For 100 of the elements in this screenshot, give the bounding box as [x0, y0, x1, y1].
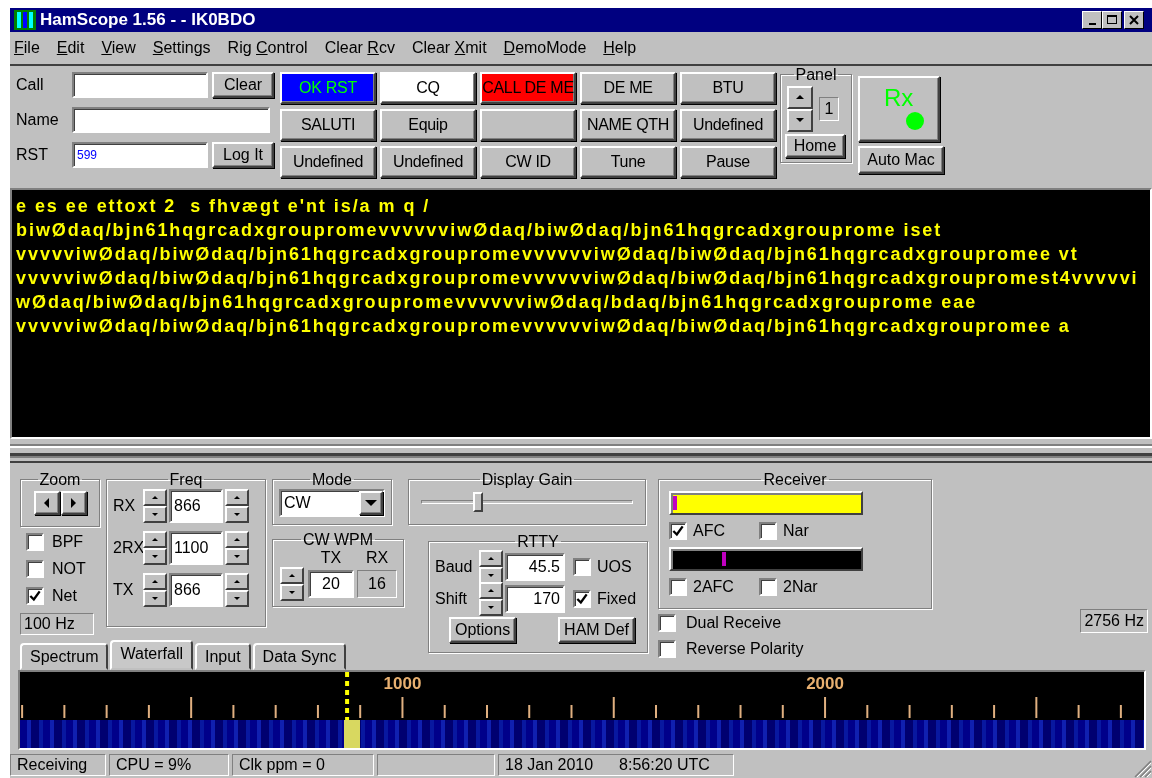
gain-slider-track[interactable] [421, 490, 633, 513]
macro-button[interactable]: BTU [680, 71, 776, 104]
spin-button[interactable] [225, 488, 249, 523]
mode-dropdown[interactable]: CW [279, 488, 385, 517]
macro-button[interactable]: DE ME [580, 71, 676, 104]
wpm-field[interactable]: 20 [308, 569, 354, 598]
field-label: RST [16, 145, 49, 164]
macro-button[interactable]: OK RST [280, 71, 376, 104]
macro-button[interactable]: CALL DE ME [480, 71, 576, 104]
text-line: wØdaq/biwØdaq/bjn61hqgrcadxgroupromevvvvvviwØdaq/bdaq/bjn61hqgrcadxgrouprome eae [16, 290, 978, 314]
tab[interactable]: Input [195, 643, 251, 671]
field-label: 2RX [113, 538, 143, 557]
minimize-button[interactable] [1082, 10, 1102, 29]
close-button[interactable] [1124, 10, 1144, 29]
group-label: Display Gain [480, 470, 574, 489]
macro-button[interactable]: CQ [380, 71, 476, 104]
tuning-marker[interactable] [345, 672, 350, 721]
checkbox[interactable] [26, 586, 44, 605]
maximize-icon [1107, 14, 1117, 25]
close-icon [1129, 14, 1139, 25]
frequency-field[interactable]: 866 [169, 572, 223, 607]
scale-label: 2000 [806, 674, 844, 695]
home-button[interactable]: Home [785, 133, 845, 158]
rst-field[interactable]: 599 [72, 141, 208, 168]
menu-item[interactable]: Edit [56, 38, 85, 57]
field-label: RX [113, 496, 137, 515]
rtty-button[interactable]: HAM Def [558, 616, 635, 643]
spin-button[interactable] [143, 530, 167, 565]
macro-button[interactable]: NAME QTH [580, 108, 676, 141]
checkbox[interactable] [759, 521, 777, 540]
macro-button[interactable]: Pause [680, 145, 776, 178]
left-arrow-button[interactable] [33, 490, 60, 515]
number-field[interactable]: 45.5 [505, 552, 565, 581]
checkbox-label: UOS [597, 557, 632, 576]
group-label: Panel [794, 65, 838, 84]
number-field[interactable]: 170 [505, 584, 565, 613]
auto-mac-button[interactable]: Auto Mac [858, 145, 944, 174]
macro-button[interactable]: Undefined [680, 108, 776, 141]
tab[interactable]: Data Sync [252, 643, 347, 671]
field-label: Baud [435, 557, 474, 576]
checkbox[interactable] [669, 521, 687, 540]
app-icon [14, 9, 36, 30]
panel-number: 1 [819, 96, 839, 121]
menu-item[interactable]: DemoMode [503, 38, 587, 57]
clear-button[interactable]: Clear [212, 71, 274, 98]
checkbox[interactable] [669, 577, 687, 596]
name-field[interactable] [72, 106, 270, 133]
spin-button[interactable] [225, 572, 249, 607]
spin-button[interactable] [479, 581, 503, 616]
text-line: vvvvviwØdaq/biwØdaq/bjn61hqgrcadxgroupromevvvvvviwØdaq/biwØdaq/bjn61hqgrcadxgroupromee a [16, 314, 1071, 338]
field-label: TX [113, 580, 135, 599]
checkbox[interactable] [26, 559, 44, 578]
spin-button[interactable] [479, 549, 503, 584]
menu-item[interactable]: View [101, 38, 136, 57]
macro-button[interactable]: CW ID [480, 145, 576, 178]
macro-button[interactable]: Tune [580, 145, 676, 178]
rtty-button[interactable]: Options [449, 616, 517, 643]
column-label: RX [365, 548, 389, 567]
maximize-button[interactable] [1102, 10, 1122, 29]
log-button[interactable]: Log It [212, 141, 274, 168]
spin-button[interactable] [787, 85, 813, 132]
spin-button[interactable] [143, 488, 167, 523]
macro-button[interactable]: Undefined [380, 145, 476, 178]
call-field[interactable] [72, 71, 208, 98]
menu-item[interactable]: Rig Control [227, 38, 308, 57]
macro-button[interactable]: SALUTI [280, 108, 376, 141]
tab[interactable]: Waterfall [110, 640, 193, 671]
checkbox[interactable] [759, 577, 777, 596]
menu-item[interactable]: Clear Rcv [324, 38, 395, 57]
checkbox-label: Nar [783, 521, 809, 540]
menu-item[interactable]: File [14, 38, 40, 57]
checkbox[interactable] [573, 589, 591, 608]
macro-button[interactable] [480, 108, 576, 141]
checkbox-label: Net [52, 586, 77, 605]
column-label: TX [320, 548, 342, 567]
spin-button[interactable] [225, 530, 249, 565]
scale-label: 1000 [383, 674, 422, 695]
menu-item[interactable]: Settings [152, 38, 211, 57]
slider-thumb[interactable] [473, 491, 484, 512]
tab[interactable]: Spectrum [20, 643, 109, 671]
text-line: vvvvviwØdaq/biwØdaq/bjn61hqgrcadxgroupromevvvvvviwØdaq/biwØdaq/bjn61hqgrcadxgroupromest4vvvvvi [16, 266, 1139, 290]
menu-item[interactable]: Help [603, 38, 637, 57]
right-arrow-button[interactable] [60, 490, 87, 515]
spin-button[interactable] [143, 572, 167, 607]
spin-button[interactable] [280, 566, 304, 601]
group-label: CW WPM [301, 530, 375, 549]
checkbox[interactable] [658, 639, 676, 658]
frequency-field[interactable]: 866 [169, 488, 223, 523]
checkbox-label: 2Nar [783, 577, 818, 596]
minimize-icon [1088, 22, 1096, 25]
macro-button[interactable]: Undefined [280, 145, 376, 178]
checkbox[interactable] [26, 532, 44, 551]
text-line: vvvvviwØdaq/biwØdaq/bjn61hqgrcadxgroupromevvvvvviwØdaq/biwØdaq/bjn61hqgrcadxgroupromee vt [16, 242, 1079, 266]
splitter[interactable] [10, 443, 1152, 458]
checkbox[interactable] [658, 613, 676, 632]
frequency-field[interactable]: 1100 [169, 530, 223, 565]
group-label: Zoom [38, 470, 82, 489]
checkbox[interactable] [573, 557, 591, 576]
macro-button[interactable]: Equip [380, 108, 476, 141]
menu-item[interactable]: Clear Xmit [411, 38, 487, 57]
